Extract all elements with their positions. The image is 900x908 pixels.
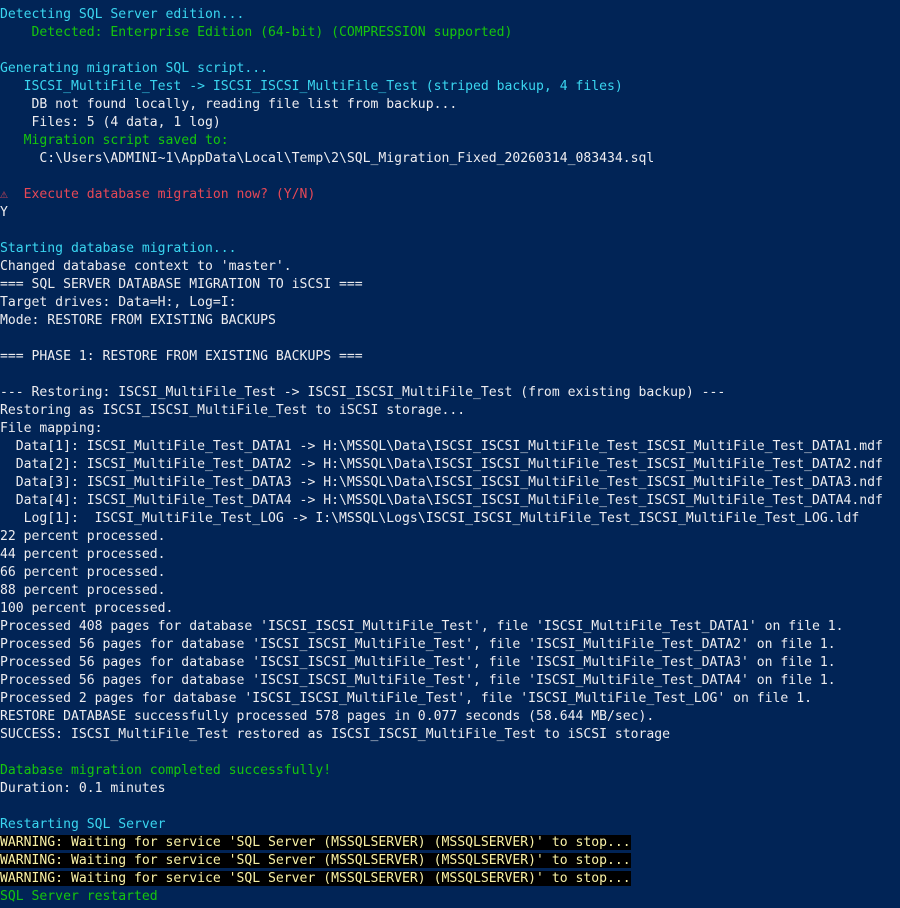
console-line-text: Processed 56 pages for database 'ISCSI_I… xyxy=(0,655,836,670)
console-line-text: DB not found locally, reading file list … xyxy=(0,97,458,112)
console-line: Processed 56 pages for database 'ISCSI_I… xyxy=(0,672,900,690)
console-line-text: Data[1]: ISCSI_MultiFile_Test_DATA1 -> H… xyxy=(0,439,883,454)
console-line-text: === SQL SERVER DATABASE MIGRATION TO iSC… xyxy=(0,277,363,292)
console-line: File mapping: xyxy=(0,420,900,438)
console-line-text: RESTORE DATABASE successfully processed … xyxy=(0,709,655,724)
console-line-text: SUCCESS: ISCSI_MultiFile_Test restored a… xyxy=(0,727,671,742)
console-line: ISCSI_MultiFile_Test -> ISCSI_ISCSI_Mult… xyxy=(0,78,900,96)
console-line-text: Processed 2 pages for database 'ISCSI_IS… xyxy=(0,691,812,706)
console-line: Y xyxy=(0,204,900,222)
console-line-text: Data[2]: ISCSI_MultiFile_Test_DATA2 -> H… xyxy=(0,457,883,472)
console-line: Target drives: Data=H:, Log=I: xyxy=(0,294,900,312)
console-line-text: Restoring as ISCSI_ISCSI_MultiFile_Test … xyxy=(0,403,466,418)
console-line: Detected: Enterprise Edition (64-bit) (C… xyxy=(0,24,900,42)
console-line: WARNING: Waiting for service 'SQL Server… xyxy=(0,852,900,870)
console-output: Detecting SQL Server edition... Detected… xyxy=(0,6,900,906)
console-line: Migration script saved to: xyxy=(0,132,900,150)
console-line: 88 percent processed. xyxy=(0,582,900,600)
console-line: Data[1]: ISCSI_MultiFile_Test_DATA1 -> H… xyxy=(0,438,900,456)
console-line: Detecting SQL Server edition... xyxy=(0,6,900,24)
console-line-text: --- Restoring: ISCSI_MultiFile_Test -> I… xyxy=(0,385,726,400)
console-line-text: Processed 56 pages for database 'ISCSI_I… xyxy=(0,673,836,688)
console-line-text: Generating migration SQL script... xyxy=(0,61,269,76)
console-line: Files: 5 (4 data, 1 log) xyxy=(0,114,900,132)
console-line-text: Files: 5 (4 data, 1 log) xyxy=(0,115,221,130)
console-line: SUCCESS: ISCSI_MultiFile_Test restored a… xyxy=(0,726,900,744)
console-line: Processed 56 pages for database 'ISCSI_I… xyxy=(0,654,900,672)
console-line: Data[3]: ISCSI_MultiFile_Test_DATA3 -> H… xyxy=(0,474,900,492)
console-line: DB not found locally, reading file list … xyxy=(0,96,900,114)
console-line-text: Log[1]: ISCSI_MultiFile_Test_LOG -> I:\M… xyxy=(0,511,860,526)
console-line-text: SQL Server restarted xyxy=(0,889,158,904)
console-line-text: Target drives: Data=H:, Log=I: xyxy=(0,295,237,310)
console-line-text: Migration script saved to: xyxy=(0,133,229,148)
console-line: Processed 56 pages for database 'ISCSI_I… xyxy=(0,636,900,654)
console-line: Data[4]: ISCSI_MultiFile_Test_DATA4 -> H… xyxy=(0,492,900,510)
console-line-text: Y xyxy=(0,205,8,220)
console-line-text: WARNING: Waiting for service 'SQL Server… xyxy=(0,871,631,886)
console-line: Changed database context to 'master'. xyxy=(0,258,900,276)
console-line: Database migration completed successfull… xyxy=(0,762,900,780)
console-line-text: Database migration completed successfull… xyxy=(0,763,332,778)
console-line: Processed 2 pages for database 'ISCSI_IS… xyxy=(0,690,900,708)
console-line: WARNING: Waiting for service 'SQL Server… xyxy=(0,870,900,888)
console-line: Mode: RESTORE FROM EXISTING BACKUPS xyxy=(0,312,900,330)
console-line-text: Detecting SQL Server edition... xyxy=(0,7,245,22)
console-line-text: Starting database migration... xyxy=(0,241,237,256)
console-line-text: ⚠ Execute database migration now? (Y/N) xyxy=(0,187,316,202)
console-line-text: ISCSI_MultiFile_Test -> ISCSI_ISCSI_Mult… xyxy=(0,79,623,94)
console-line-text: 66 percent processed. xyxy=(0,565,166,580)
console-line-text: 88 percent processed. xyxy=(0,583,166,598)
console-line-text: C:\Users\ADMINI~1\AppData\Local\Temp\2\S… xyxy=(0,151,655,166)
console-line-text: Changed database context to 'master'. xyxy=(0,259,292,274)
console-line-text: WARNING: Waiting for service 'SQL Server… xyxy=(0,853,631,868)
console-line: ⚠ Execute database migration now? (Y/N) xyxy=(0,186,900,204)
console-line-text: 44 percent processed. xyxy=(0,547,166,562)
console-line-text: WARNING: Waiting for service 'SQL Server… xyxy=(0,835,631,850)
console-line: C:\Users\ADMINI~1\AppData\Local\Temp\2\S… xyxy=(0,150,900,168)
console-line-text: Processed 408 pages for database 'ISCSI_… xyxy=(0,619,844,634)
console-line-text: Processed 56 pages for database 'ISCSI_I… xyxy=(0,637,836,652)
console-line: RESTORE DATABASE successfully processed … xyxy=(0,708,900,726)
console-line: Restarting SQL Server xyxy=(0,816,900,834)
console-line-text: Duration: 0.1 minutes xyxy=(0,781,166,796)
console-line: WARNING: Waiting for service 'SQL Server… xyxy=(0,834,900,852)
console-line-text: 22 percent processed. xyxy=(0,529,166,544)
console-line: 100 percent processed. xyxy=(0,600,900,618)
console-line: 44 percent processed. xyxy=(0,546,900,564)
console-line: === SQL SERVER DATABASE MIGRATION TO iSC… xyxy=(0,276,900,294)
console-line: === PHASE 1: RESTORE FROM EXISTING BACKU… xyxy=(0,348,900,366)
console-line: Starting database migration... xyxy=(0,240,900,258)
console-line: --- Restoring: ISCSI_MultiFile_Test -> I… xyxy=(0,384,900,402)
console-line: Log[1]: ISCSI_MultiFile_Test_LOG -> I:\M… xyxy=(0,510,900,528)
console-line: SQL Server restarted xyxy=(0,888,900,906)
console-line: Generating migration SQL script... xyxy=(0,60,900,78)
console-line: Restoring as ISCSI_ISCSI_MultiFile_Test … xyxy=(0,402,900,420)
console-line: 22 percent processed. xyxy=(0,528,900,546)
console-line-text: Data[4]: ISCSI_MultiFile_Test_DATA4 -> H… xyxy=(0,493,883,508)
console-line: Duration: 0.1 minutes xyxy=(0,780,900,798)
console-line-text: 100 percent processed. xyxy=(0,601,174,616)
console-line: Processed 408 pages for database 'ISCSI_… xyxy=(0,618,900,636)
console-line-text: Restarting SQL Server xyxy=(0,817,166,832)
console-line-text: Detected: Enterprise Edition (64-bit) (C… xyxy=(0,25,513,40)
console-line-text: === PHASE 1: RESTORE FROM EXISTING BACKU… xyxy=(0,349,363,364)
console-line-text: Data[3]: ISCSI_MultiFile_Test_DATA3 -> H… xyxy=(0,475,883,490)
console-line-text: Mode: RESTORE FROM EXISTING BACKUPS xyxy=(0,313,276,328)
console-window[interactable]: Detecting SQL Server edition... Detected… xyxy=(0,0,900,908)
console-line: Data[2]: ISCSI_MultiFile_Test_DATA2 -> H… xyxy=(0,456,900,474)
console-line: 66 percent processed. xyxy=(0,564,900,582)
console-line-text: File mapping: xyxy=(0,421,103,436)
